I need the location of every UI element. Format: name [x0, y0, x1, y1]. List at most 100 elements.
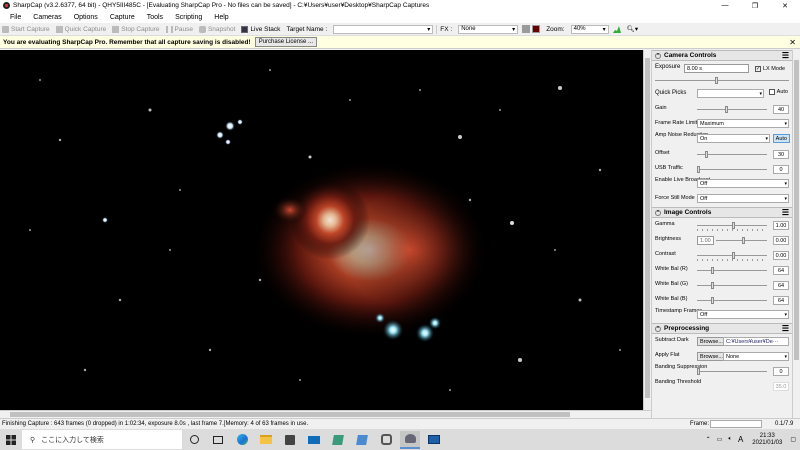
scrollbar-thumb[interactable]	[645, 58, 650, 398]
slider-knob[interactable]	[711, 297, 714, 304]
tray-chevron-up-icon[interactable]: ⌃	[706, 436, 711, 443]
white-bal-g-slider[interactable]	[697, 282, 767, 289]
frame-rate-select[interactable]: Maximum ▾	[697, 119, 789, 128]
task-view-icon[interactable]	[208, 431, 228, 449]
slider-knob[interactable]	[711, 267, 714, 274]
quick-picks-select[interactable]: ▾	[697, 89, 764, 98]
sharpcap-taskbar-icon[interactable]	[400, 430, 420, 449]
menu-tools[interactable]: Tools	[141, 14, 169, 21]
ime-indicator[interactable]: A	[738, 435, 743, 444]
hamburger-menu-icon[interactable]: ☰	[782, 51, 789, 60]
menu-scripting[interactable]: Scripting	[169, 14, 208, 21]
live-stack-button[interactable]: Live Stack	[241, 25, 280, 33]
slider-knob[interactable]	[741, 237, 745, 244]
slider-knob[interactable]	[732, 252, 735, 259]
timestamp-select[interactable]: Off ▾	[697, 310, 789, 319]
slider-knob[interactable]	[697, 368, 700, 375]
white-bal-r-value[interactable]: 64	[773, 266, 789, 275]
live-broadcast-select[interactable]: Off ▾	[697, 179, 789, 188]
banding-threshold-value[interactable]: 35.0	[773, 382, 789, 391]
quick-capture-button[interactable]: Quick Capture	[55, 25, 106, 33]
apply-flat-select[interactable]: None ▾	[723, 352, 789, 361]
slider-knob[interactable]	[715, 77, 719, 84]
edge-browser-icon[interactable]	[232, 431, 252, 449]
slider-knob[interactable]	[705, 151, 709, 158]
mail-icon[interactable]	[304, 431, 324, 449]
usb-traffic-value[interactable]: 0	[773, 165, 789, 174]
hamburger-menu-icon[interactable]: ☰	[782, 324, 789, 333]
target-name-input[interactable]: ▾	[333, 24, 434, 34]
scrollbar-thumb[interactable]	[794, 60, 799, 360]
subtract-dark-browse-button[interactable]: Browse...	[697, 337, 726, 346]
stop-capture-button[interactable]: Stop Capture	[112, 25, 160, 33]
exposure-slider[interactable]	[655, 77, 789, 84]
collapse-icon[interactable]: ⌃	[655, 52, 661, 59]
cortana-icon[interactable]	[184, 431, 204, 449]
contrast-slider[interactable]	[697, 252, 767, 259]
notification-icon[interactable]: ▢	[790, 436, 796, 443]
menu-file[interactable]: File	[4, 14, 27, 21]
white-bal-b-value[interactable]: 64	[773, 296, 789, 305]
zoom-select[interactable]: 40% ▾	[570, 24, 609, 34]
app-green-icon[interactable]	[328, 431, 348, 449]
minimize-button[interactable]: —	[710, 2, 740, 9]
close-warning-icon[interactable]: ✕	[789, 38, 796, 47]
start-capture-button[interactable]: Start Capture	[2, 25, 50, 33]
snapshot-button[interactable]: Snapshot	[198, 25, 235, 33]
offset-slider[interactable]	[697, 151, 767, 158]
panel-scrollbar[interactable]	[792, 50, 800, 418]
banding-suppression-value[interactable]: 0	[773, 367, 789, 376]
subtract-dark-select[interactable]: C:¥Users¥user¥De···	[723, 337, 789, 346]
taskbar-search-box[interactable]: ⚲ ここに入力して検索	[22, 430, 182, 449]
viewport-vertical-scrollbar[interactable]	[643, 50, 651, 410]
histogram-button[interactable]	[612, 25, 621, 33]
menu-help[interactable]: Help	[208, 14, 234, 21]
store-icon[interactable]	[280, 431, 300, 449]
start-button[interactable]	[0, 434, 22, 445]
menu-capture[interactable]: Capture	[104, 14, 141, 21]
white-bal-g-value[interactable]: 64	[773, 281, 789, 290]
slider-knob[interactable]	[697, 166, 700, 173]
camera-image-viewport[interactable]	[0, 50, 643, 410]
collapse-icon[interactable]: ⌃	[655, 209, 661, 216]
file-explorer-icon[interactable]	[256, 431, 276, 449]
gain-value[interactable]: 40	[773, 105, 789, 114]
hamburger-menu-icon[interactable]: ☰	[782, 208, 789, 217]
pause-button[interactable]: Pause	[165, 25, 193, 33]
preprocessing-header[interactable]: ⌃ Preprocessing ☰	[652, 323, 792, 334]
banding-suppression-slider[interactable]	[697, 368, 767, 375]
brightness-slider[interactable]	[716, 237, 767, 244]
maximize-button[interactable]: ❐	[740, 2, 770, 10]
app-monitor-icon[interactable]	[424, 431, 444, 449]
app-settings-icon[interactable]	[376, 431, 396, 449]
auto-exposure-checkbox[interactable]: Auto	[767, 87, 790, 96]
brightness-value[interactable]: 0.00	[773, 236, 789, 245]
amp-auto-toggle[interactable]: Auto	[772, 134, 790, 143]
gamma-slider[interactable]	[697, 222, 767, 229]
camera-controls-header[interactable]: ⌃ Camera Controls ☰	[652, 50, 792, 61]
purchase-license-button[interactable]: Purchase License ...	[254, 37, 318, 47]
system-clock[interactable]: 21:33 2021/01/03	[752, 433, 782, 447]
white-bal-r-slider[interactable]	[697, 267, 767, 274]
image-controls-header[interactable]: ⌃ Image Controls ☰	[652, 207, 792, 218]
contrast-value[interactable]: 0.00	[773, 251, 789, 260]
red-swatch-icon[interactable]	[532, 25, 541, 33]
lx-mode-checkbox[interactable]: ✓ LX Mode	[753, 64, 787, 73]
amp-noise-select[interactable]: On ▾	[697, 134, 770, 143]
app-blue-icon[interactable]	[352, 431, 372, 449]
grey-swatch-icon[interactable]	[522, 25, 531, 33]
slider-knob[interactable]	[725, 106, 728, 113]
gain-slider[interactable]	[697, 106, 767, 113]
exposure-input[interactable]: 8.00 s	[684, 64, 749, 73]
scrollbar-thumb[interactable]	[10, 412, 570, 417]
network-icon[interactable]: ▭	[717, 436, 723, 443]
collapse-icon[interactable]: ⌃	[655, 325, 661, 332]
slider-knob[interactable]	[711, 282, 714, 289]
gamma-value[interactable]: 1.00	[773, 221, 789, 230]
close-button[interactable]: ✕	[770, 2, 800, 10]
offset-value[interactable]: 30	[773, 150, 789, 159]
volume-icon[interactable]: 🔈︎	[728, 436, 732, 443]
apply-flat-browse-button[interactable]: Browse...	[697, 352, 726, 361]
fx-select[interactable]: None ▾	[458, 24, 519, 34]
menu-options[interactable]: Options	[68, 14, 104, 21]
